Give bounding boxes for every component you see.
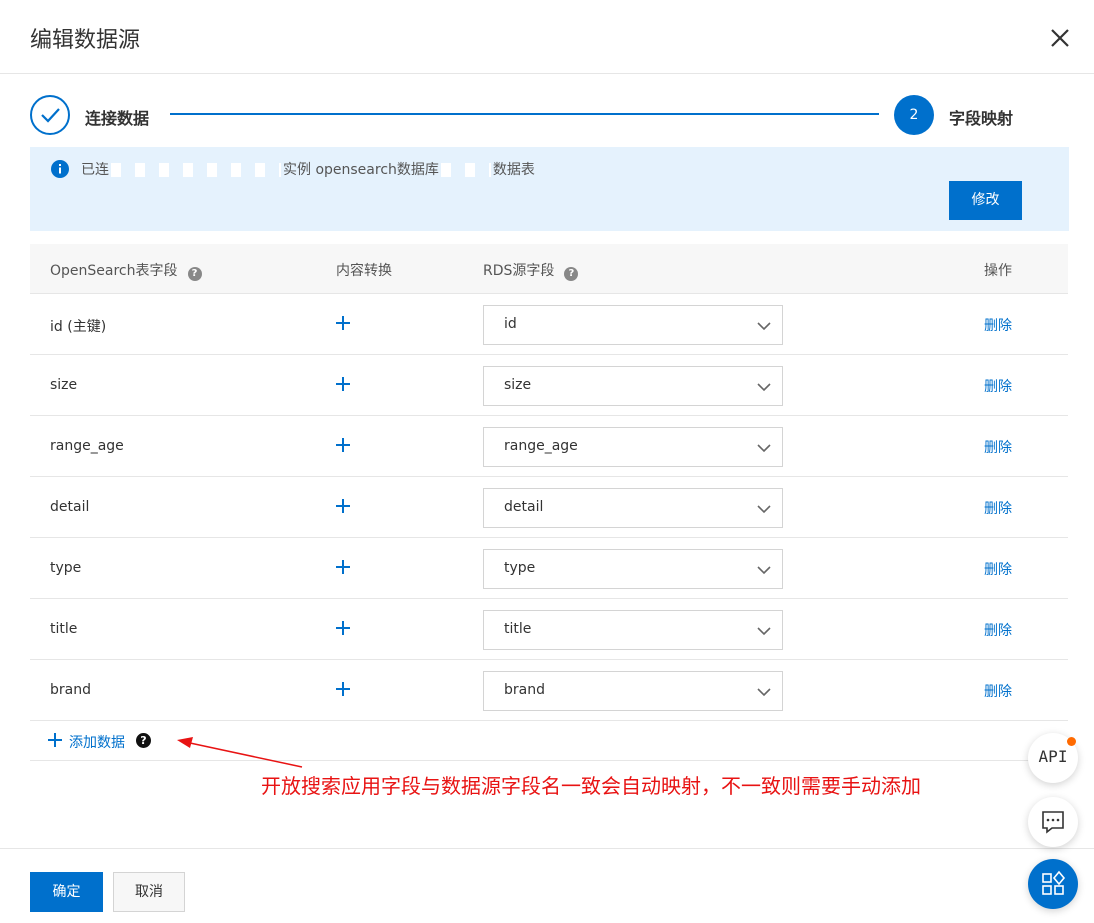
step-2-label: 字段映射 [949, 109, 1014, 128]
chevron-down-icon [757, 505, 771, 514]
select-value: id [504, 316, 517, 332]
info-icon [51, 160, 69, 178]
info-banner: 已连 实例 opensearch数据库 数据表 修改 [30, 147, 1069, 231]
dialog-header: 编辑数据源 [0, 0, 1094, 74]
opensearch-field-name: brand [50, 682, 91, 698]
select-value: title [504, 621, 532, 637]
chevron-down-icon [757, 627, 771, 636]
rds-field-select[interactable]: title [483, 610, 783, 650]
step-1-done-indicator [30, 95, 70, 135]
table-row: brand brand 删除 [30, 660, 1068, 721]
cancel-button[interactable]: 取消 [113, 872, 185, 912]
header-rds-field: RDS源字段? [483, 260, 579, 281]
header-action: 操作 [984, 263, 1012, 279]
apps-button[interactable] [1028, 859, 1078, 909]
plus-icon[interactable] [335, 437, 351, 453]
banner-text-prefix: 已连 [81, 162, 109, 178]
rds-field-select[interactable]: detail [483, 488, 783, 528]
help-icon[interactable]: ? [564, 267, 579, 281]
rds-field-select[interactable]: size [483, 366, 783, 406]
header-opensearch-field: OpenSearch表字段? [50, 260, 202, 281]
banner-text-instance: 实例 opensearch数据库 [283, 162, 439, 178]
help-icon[interactable]: ? [136, 733, 151, 748]
opensearch-field-name: type [50, 560, 82, 576]
opensearch-field-name: title [50, 621, 78, 637]
select-value: detail [504, 499, 544, 515]
select-value: size [504, 377, 532, 393]
table-header: OpenSearch表字段? 内容转换 RDS源字段? 操作 [30, 244, 1068, 294]
chevron-down-icon [757, 444, 771, 453]
header-opensearch-field-label: OpenSearch表字段 [50, 263, 178, 279]
plus-icon[interactable] [335, 498, 351, 514]
annotation-text: 开放搜索应用字段与数据源字段名一致会自动映射，不一致则需要手动添加 [261, 774, 921, 798]
notification-dot [1067, 737, 1076, 746]
rds-field-select[interactable]: type [483, 549, 783, 589]
chevron-down-icon [757, 688, 771, 697]
select-value: range_age [504, 438, 578, 454]
plus-icon[interactable] [335, 376, 351, 392]
rds-field-select[interactable]: brand [483, 671, 783, 711]
delete-link[interactable]: 删除 [984, 498, 1012, 518]
opensearch-field-name: range_age [50, 438, 124, 454]
plus-icon[interactable] [335, 620, 351, 636]
table-row: title title 删除 [30, 599, 1068, 660]
opensearch-field-name: size [50, 377, 78, 393]
chevron-down-icon [757, 566, 771, 575]
apps-icon [1042, 870, 1066, 895]
close-icon[interactable] [1046, 24, 1074, 52]
header-rds-field-label: RDS源字段 [483, 263, 555, 279]
banner-text-table: 数据表 [492, 162, 535, 178]
banner-message: 已连 实例 opensearch数据库 数据表 [81, 159, 535, 179]
step-connector [170, 113, 879, 115]
delete-link[interactable]: 删除 [984, 437, 1012, 457]
dialog-footer: 确定 取消 [0, 848, 1094, 923]
step-1-label: 连接数据 [85, 109, 150, 128]
dialog-title: 编辑数据源 [30, 28, 141, 53]
help-icon[interactable]: ? [187, 267, 202, 281]
confirm-button[interactable]: 确定 [30, 872, 103, 912]
chevron-down-icon [757, 322, 771, 331]
check-icon [41, 108, 60, 123]
chat-button[interactable] [1028, 797, 1078, 847]
table-row: size size 删除 [30, 355, 1068, 416]
select-value: type [504, 560, 536, 576]
delete-link[interactable]: 删除 [984, 620, 1012, 640]
plus-icon[interactable] [335, 559, 351, 575]
plus-icon[interactable] [335, 681, 351, 697]
add-data-link[interactable]: 添加数据 [69, 732, 125, 752]
rds-field-select[interactable]: range_age [483, 427, 783, 467]
plus-icon[interactable] [48, 733, 62, 747]
opensearch-field-name: id (主键) [50, 319, 107, 335]
chat-icon [1042, 811, 1064, 834]
api-button[interactable]: API [1028, 733, 1078, 783]
table-row: detail detail 删除 [30, 477, 1068, 538]
delete-link[interactable]: 删除 [984, 315, 1012, 335]
rds-field-select[interactable]: id [483, 305, 783, 345]
chevron-down-icon [757, 383, 771, 392]
api-label: API [1038, 747, 1068, 766]
delete-link[interactable]: 删除 [984, 376, 1012, 396]
table-row: range_age range_age 删除 [30, 416, 1068, 477]
header-content-transform: 内容转换 [336, 263, 392, 279]
modify-button[interactable]: 修改 [949, 181, 1022, 220]
delete-link[interactable]: 删除 [984, 681, 1012, 701]
plus-icon[interactable] [335, 315, 351, 331]
table-row: type type 删除 [30, 538, 1068, 599]
delete-link[interactable]: 删除 [984, 559, 1012, 579]
opensearch-field-name: detail [50, 499, 90, 515]
select-value: brand [504, 682, 545, 698]
redacted-text [440, 163, 491, 177]
step-2-indicator: 2 [894, 95, 934, 135]
add-data-row: 添加数据 ? [30, 721, 1068, 761]
redacted-text [111, 163, 281, 177]
table-row: id (主键) id 删除 [30, 294, 1068, 355]
